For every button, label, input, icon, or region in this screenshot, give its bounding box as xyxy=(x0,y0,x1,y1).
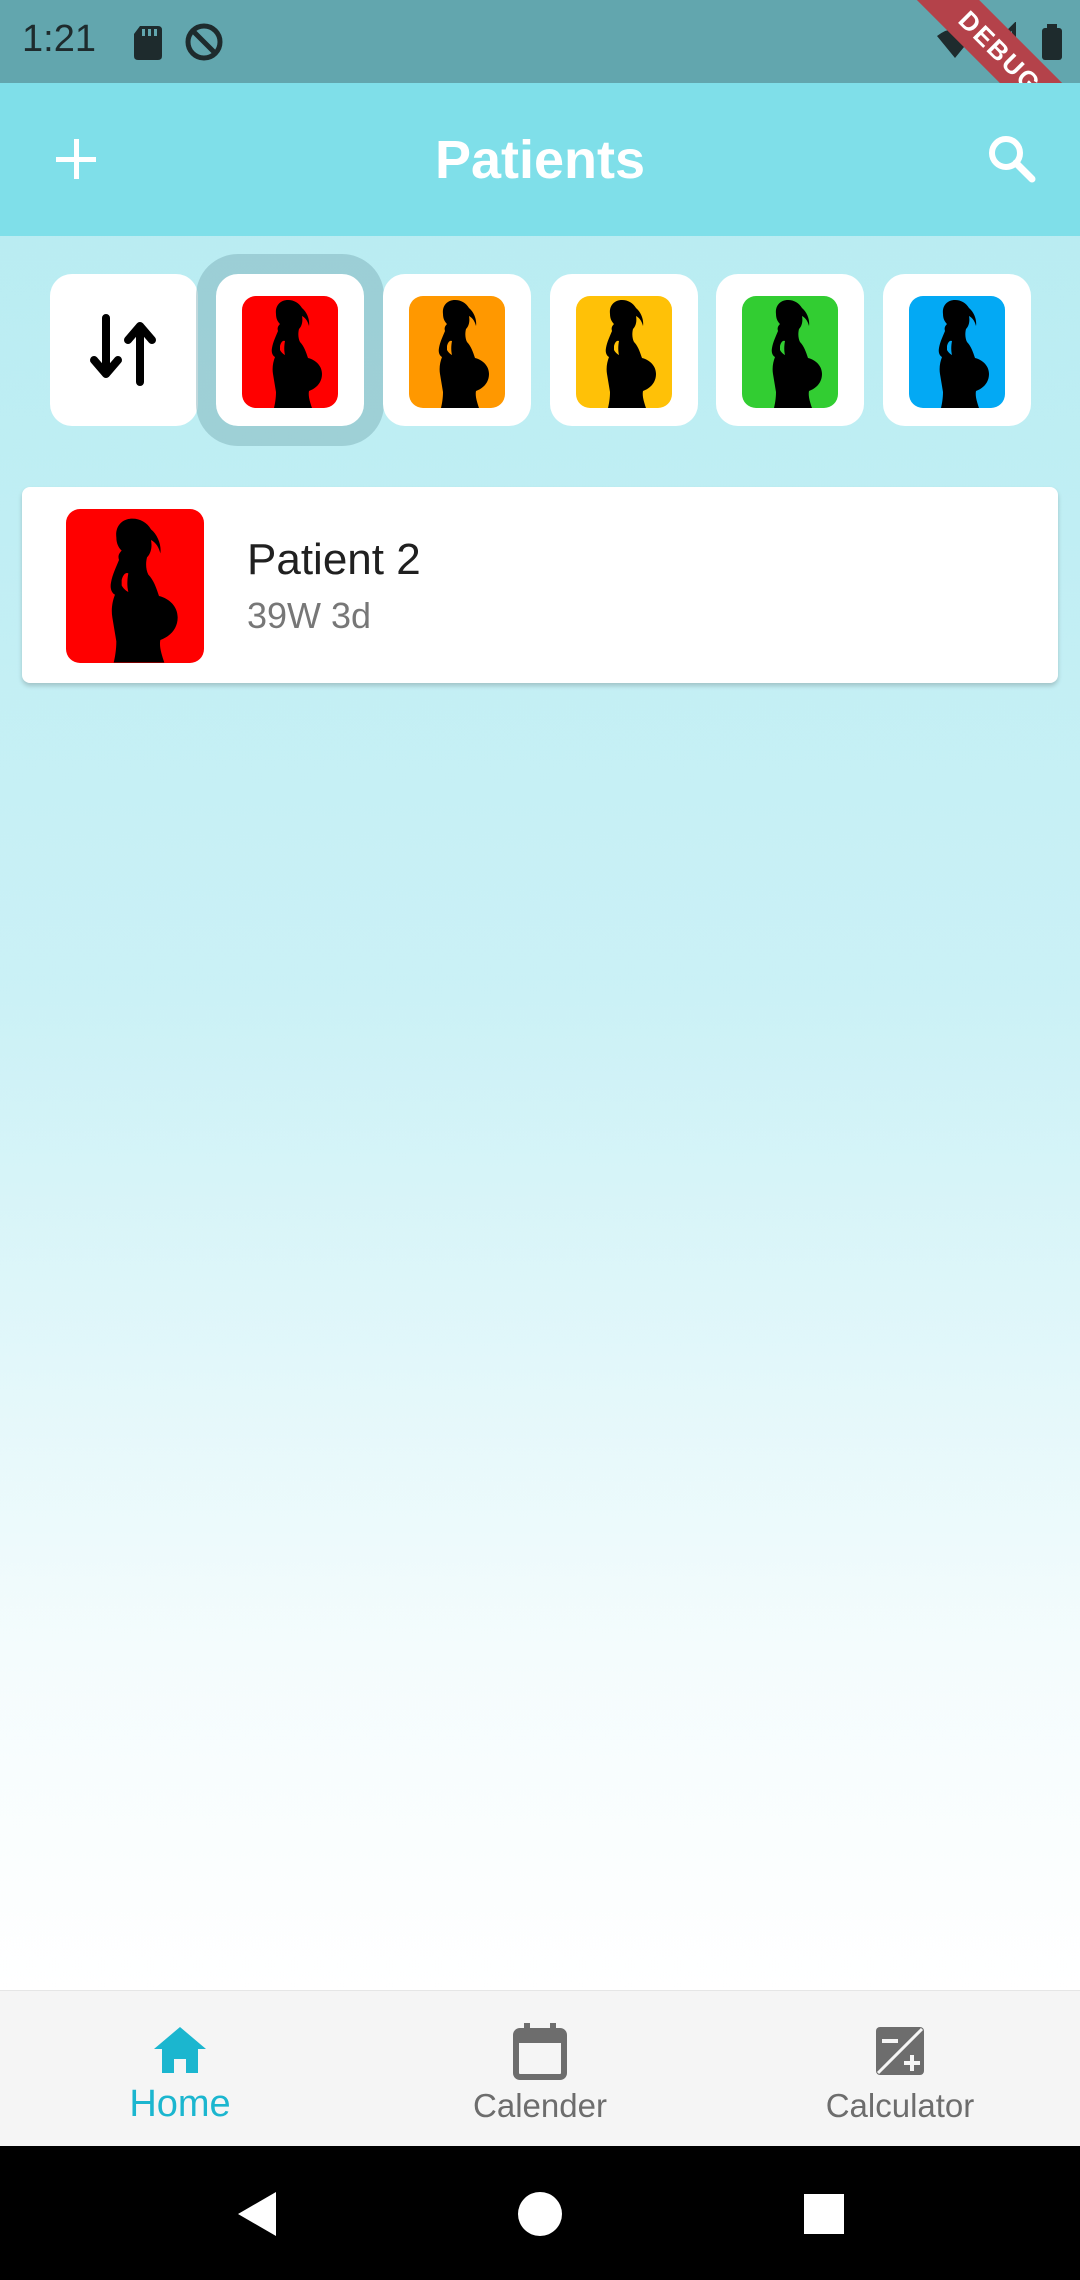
nav-calender[interactable]: Calender xyxy=(360,1991,720,2147)
patient-avatar xyxy=(66,509,204,663)
home-circle-icon[interactable] xyxy=(512,2186,568,2242)
pregnant-woman-icon xyxy=(576,296,672,408)
swatch-red xyxy=(242,296,338,408)
nav-home-label: Home xyxy=(129,2083,231,2125)
status-time: 1:21 xyxy=(22,18,96,60)
pregnant-woman-icon xyxy=(909,296,1005,408)
pregnant-woman-icon xyxy=(409,296,505,408)
filter-chip-yellow[interactable] xyxy=(550,274,698,426)
swatch-orange xyxy=(409,296,505,408)
search-icon[interactable] xyxy=(972,119,1052,199)
nav-calculator-label: Calculator xyxy=(825,2087,975,2124)
nav-calculator[interactable]: Calculator xyxy=(720,1991,1080,2147)
filter-chip-orange[interactable] xyxy=(383,274,531,426)
patient-card[interactable]: Patient 2 39W 3d xyxy=(22,487,1058,683)
sd-card-icon xyxy=(134,26,162,60)
bottom-nav: Home Calender Calculator xyxy=(0,1990,1080,2146)
app-bar: Patients xyxy=(0,83,1080,236)
sort-button[interactable] xyxy=(50,274,198,426)
patient-name: Patient 2 xyxy=(247,535,421,584)
calculator-icon xyxy=(876,2027,924,2075)
home-icon xyxy=(154,2027,206,2073)
pregnant-woman-icon xyxy=(242,296,338,408)
filter-chip-green[interactable] xyxy=(716,274,864,426)
filter-chip-blue[interactable] xyxy=(883,274,1031,426)
battery-icon xyxy=(1042,24,1062,60)
status-bar: 1:21 DEBUG xyxy=(0,0,1080,167)
filter-chip-red[interactable] xyxy=(196,254,384,446)
nav-calender-label: Calender xyxy=(473,2087,607,2124)
swatch-yellow xyxy=(576,296,672,408)
do-not-disturb-icon xyxy=(185,23,223,61)
page-title: Patients xyxy=(434,130,646,190)
color-filter-row xyxy=(0,236,1080,466)
sort-arrows-icon xyxy=(90,314,156,386)
pregnant-woman-icon xyxy=(71,513,199,663)
patient-gestation: 39W 3d xyxy=(247,595,372,636)
nav-home[interactable]: Home xyxy=(0,1991,360,2147)
swatch-green xyxy=(742,296,838,408)
calendar-icon xyxy=(513,2023,567,2080)
system-nav-bar xyxy=(0,2146,1080,2280)
pregnant-woman-icon xyxy=(742,296,838,408)
swatch-blue xyxy=(909,296,1005,408)
back-icon[interactable] xyxy=(230,2186,286,2242)
recents-icon[interactable] xyxy=(796,2186,852,2242)
